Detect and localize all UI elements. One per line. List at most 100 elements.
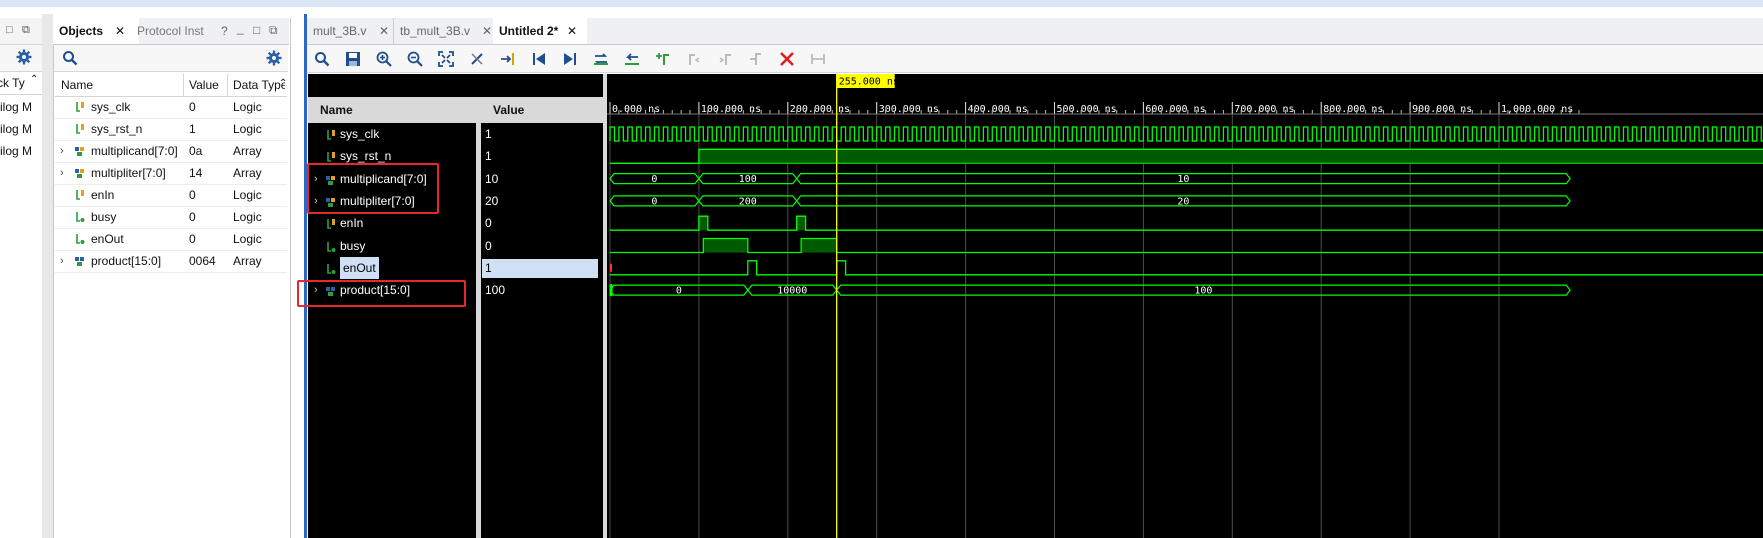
column-data-type[interactable]: Data Type [227, 74, 285, 96]
value-column-header[interactable]: Value [481, 97, 603, 123]
object-type: Logic [233, 100, 262, 114]
object-name: enIn [91, 188, 115, 202]
panel-splitter[interactable] [42, 14, 53, 538]
expand-chevron-icon[interactable]: › [60, 140, 64, 162]
name-column-header[interactable]: Name [308, 97, 476, 123]
close-icon[interactable]: ✕ [115, 18, 125, 44]
delete-marker-icon[interactable] [776, 48, 798, 70]
object-type: Array [233, 144, 262, 158]
logic-signal-icon [75, 184, 85, 206]
bus-signal-icon [75, 162, 85, 184]
object-value: 0a [189, 144, 203, 158]
minimize-icon[interactable]: _ [237, 21, 244, 35]
product-value-label: 10000 [777, 286, 807, 297]
object-value: 14 [189, 166, 203, 180]
go-to-start-icon[interactable] [528, 48, 550, 70]
gear-icon[interactable] [16, 49, 32, 68]
busy-pulse-fill [801, 238, 837, 253]
highlight-box-product [297, 280, 466, 307]
object-value: 0 [189, 210, 196, 224]
enIn-pulse-fill [698, 216, 708, 231]
highlight-box-inputs [307, 163, 439, 214]
signal-value: 0 [485, 238, 492, 253]
object-name: busy [91, 210, 117, 224]
busy-pulse-fill [703, 238, 748, 253]
swap-cursors-icon[interactable] [590, 48, 612, 70]
help-icon[interactable]: ? [221, 24, 228, 38]
add-marker-icon[interactable] [652, 48, 674, 70]
bus-signal-icon [75, 140, 85, 162]
left-panel-header-label: ck Ty [0, 76, 25, 90]
object-value: 0 [189, 188, 196, 202]
gear-icon[interactable] [266, 50, 282, 69]
previous-marker-icon [683, 48, 705, 70]
signal-name[interactable]: enOut [340, 256, 379, 279]
close-icon[interactable]: ✕ [567, 18, 577, 44]
object-type: Logic [233, 210, 262, 224]
objects-panel-tabs: Objects ✕ Protocol Inst ? _ □ ⧉ [53, 18, 289, 45]
waveform-toolbar [307, 45, 1763, 73]
multiplicand-value-label: 0 [651, 174, 657, 185]
tab-mult-3b[interactable]: mult_3B.v ✕ [307, 18, 401, 44]
maximize-icon[interactable]: □ [6, 24, 13, 36]
signal-name[interactable]: enIn [340, 212, 363, 234]
previous-transition-icon[interactable] [621, 48, 643, 70]
signal-value: 0 [485, 216, 492, 231]
tab-tb-mult-3b[interactable]: tb_mult_3B.v ✕ [393, 18, 502, 44]
signal-value: 100 [485, 283, 506, 298]
left-panel-column-header[interactable]: ck Ty ⌃ [0, 72, 42, 95]
close-icon[interactable]: ✕ [379, 18, 389, 44]
table-row[interactable]: enOut 0 Logic [55, 228, 287, 251]
restore-icon[interactable]: ⧉ [269, 23, 278, 38]
maximize-icon[interactable]: □ [253, 23, 260, 37]
waveform-canvas[interactable]: 0.000 ns 100.000 ns 200.000 ns 300.000 ns 40… [607, 74, 1763, 538]
tab-untitled-2[interactable]: Untitled 2* ✕ [493, 18, 587, 44]
multipliter-value-label: 200 [739, 196, 757, 207]
signal-value: 1 [485, 127, 492, 141]
sort-up-icon[interactable]: ⌃ [279, 73, 287, 95]
go-to-end-icon[interactable] [559, 48, 581, 70]
title-bar-strip [0, 0, 1763, 7]
table-row[interactable]: sys_rst_n 1 Logic [55, 118, 287, 141]
object-value: 0064 [189, 254, 216, 268]
multipliter-value-label: 20 [1177, 196, 1189, 207]
logic-signal-icon [326, 217, 336, 231]
signal-name[interactable]: busy [340, 235, 365, 257]
time-tick-label: 1,000.000 ns [1501, 104, 1573, 115]
object-name: multipliter[7:0] [91, 166, 166, 180]
table-row[interactable]: busy 0 Logic [55, 206, 287, 229]
expand-chevron-icon[interactable]: › [60, 162, 64, 184]
close-icon[interactable]: ✕ [482, 18, 492, 44]
left-panel-row: rilog M [0, 122, 33, 136]
table-row[interactable]: enIn 0 Logic [55, 184, 287, 207]
table-row[interactable]: › multiplicand[7:0] 0a Array [55, 140, 287, 163]
zoom-out-icon[interactable] [404, 48, 426, 70]
zoom-fit-icon[interactable] [435, 48, 457, 70]
logic-output-icon [75, 206, 85, 228]
signal-name[interactable]: sys_clk [340, 123, 379, 145]
selected-value-background [482, 258, 598, 278]
restore-icon[interactable]: ⧉ [22, 24, 30, 37]
cursor-to-zero-icon[interactable] [466, 48, 488, 70]
tab-objects[interactable]: Objects ✕ [53, 18, 139, 44]
name-value-splitter[interactable] [476, 97, 481, 538]
snap-to-transition-icon [807, 48, 829, 70]
object-type: Logic [233, 232, 262, 246]
waveform-tabs: mult_3B.v ✕ tb_mult_3B.v ✕ Untitled 2* ✕ [307, 18, 1763, 45]
column-value[interactable]: Value [183, 74, 228, 96]
search-icon[interactable] [311, 48, 333, 70]
logic-output-icon [75, 228, 85, 250]
column-name[interactable]: Name [55, 74, 184, 96]
expand-chevron-icon[interactable]: › [60, 250, 64, 272]
go-to-time-icon[interactable] [497, 48, 519, 70]
table-row[interactable]: › multipliter[7:0] 14 Array [55, 162, 287, 185]
zoom-in-icon[interactable] [373, 48, 395, 70]
tab-protocol-inst[interactable]: Protocol Inst [131, 18, 221, 44]
table-row[interactable]: sys_clk 0 Logic [55, 96, 287, 119]
table-row[interactable]: › product[15:0] 0064 Array [55, 250, 287, 273]
object-name: enOut [91, 232, 124, 246]
save-icon[interactable] [342, 48, 364, 70]
search-icon[interactable] [62, 50, 78, 69]
multiplicand-value-label: 100 [739, 174, 757, 185]
sort-up-icon[interactable]: ⌃ [30, 74, 38, 85]
